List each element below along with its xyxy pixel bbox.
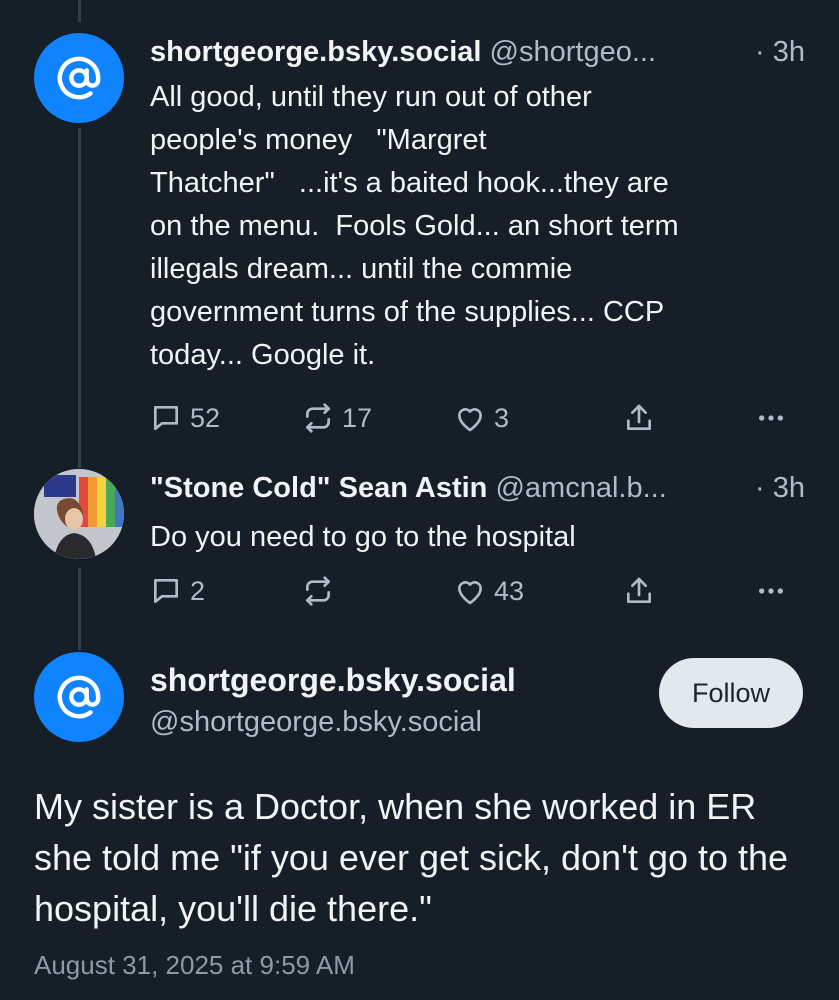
thread-line-top — [78, 0, 81, 22]
share-icon — [627, 577, 651, 603]
reply1-more-button[interactable] — [755, 402, 787, 434]
reply1-repost-button[interactable]: 17 — [302, 402, 372, 434]
reply1-like-count: 3 — [494, 402, 510, 433]
reply2-share-button[interactable] — [623, 575, 655, 607]
reply2-reply-button[interactable]: 2 — [150, 575, 205, 607]
repost-icon — [306, 576, 330, 606]
repost-icon — [306, 403, 330, 433]
reply2-header: "Stone Cold" Sean Astin @amcnal.b... · 3… — [150, 468, 805, 508]
heart-icon — [458, 581, 482, 605]
reply2-author-name[interactable]: "Stone Cold" Sean Astin — [150, 472, 487, 504]
reply-icon — [154, 579, 178, 603]
main-post-text: My sister is a Doctor, when she worked i… — [34, 786, 789, 929]
more-options-icon — [759, 588, 783, 594]
heart-icon — [458, 408, 482, 432]
reply2-repost-button[interactable] — [302, 575, 334, 607]
reply2-more-button[interactable] — [755, 575, 787, 607]
reply2-text: Do you need to go to the hospital — [150, 521, 576, 553]
reply2-avatar[interactable] — [34, 469, 124, 559]
follow-button[interactable]: Follow — [659, 658, 803, 728]
reply1-author-handle[interactable]: @shortgeo... — [490, 36, 656, 68]
reply1-share-button[interactable] — [623, 402, 655, 434]
at-sign-icon — [57, 56, 101, 100]
reply1-avatar[interactable] — [34, 33, 124, 123]
more-options-icon — [759, 415, 783, 421]
main-post-avatar[interactable] — [34, 652, 124, 742]
thread-line-1 — [78, 128, 81, 468]
reply1-text: All good, until they run out of other pe… — [150, 81, 679, 371]
reply2-reply-count: 2 — [190, 575, 206, 606]
main-post-date: August 31, 2025 at 9:59 AM — [34, 950, 355, 980]
at-sign-icon — [57, 675, 101, 719]
user-photo-icon — [34, 469, 124, 559]
reply2-post[interactable]: "Stone Cold" Sean Astin @amcnal.b... · 3… — [150, 468, 805, 619]
reply2-timestamp: · 3h — [755, 472, 805, 504]
reply1-reply-button[interactable]: 52 — [150, 402, 220, 434]
share-icon — [627, 404, 651, 430]
reply1-actions: 52 17 3 — [150, 402, 805, 446]
reply-icon — [154, 406, 178, 430]
reply1-repost-count: 17 — [342, 402, 373, 433]
reply1-reply-count: 52 — [190, 402, 221, 433]
reply2-like-count: 43 — [494, 575, 525, 606]
thread-line-2 — [78, 568, 81, 650]
reply1-post[interactable]: shortgeorge.bsky.social @shortgeo... · 3… — [150, 32, 805, 446]
reply1-timestamp: · 3h — [755, 36, 805, 68]
reply2-actions: 2 43 — [150, 575, 805, 619]
reply2-like-button[interactable]: 43 — [454, 575, 524, 607]
main-post-author-handle[interactable]: @shortgeorge.bsky.social — [150, 706, 482, 739]
main-post-author-name[interactable]: shortgeorge.bsky.social — [150, 662, 516, 699]
reply1-author-name[interactable]: shortgeorge.bsky.social — [150, 36, 481, 68]
reply2-author-handle[interactable]: @amcnal.b... — [495, 472, 666, 504]
reply1-header: shortgeorge.bsky.social @shortgeo... · 3… — [150, 32, 805, 72]
reply1-like-button[interactable]: 3 — [454, 402, 509, 434]
